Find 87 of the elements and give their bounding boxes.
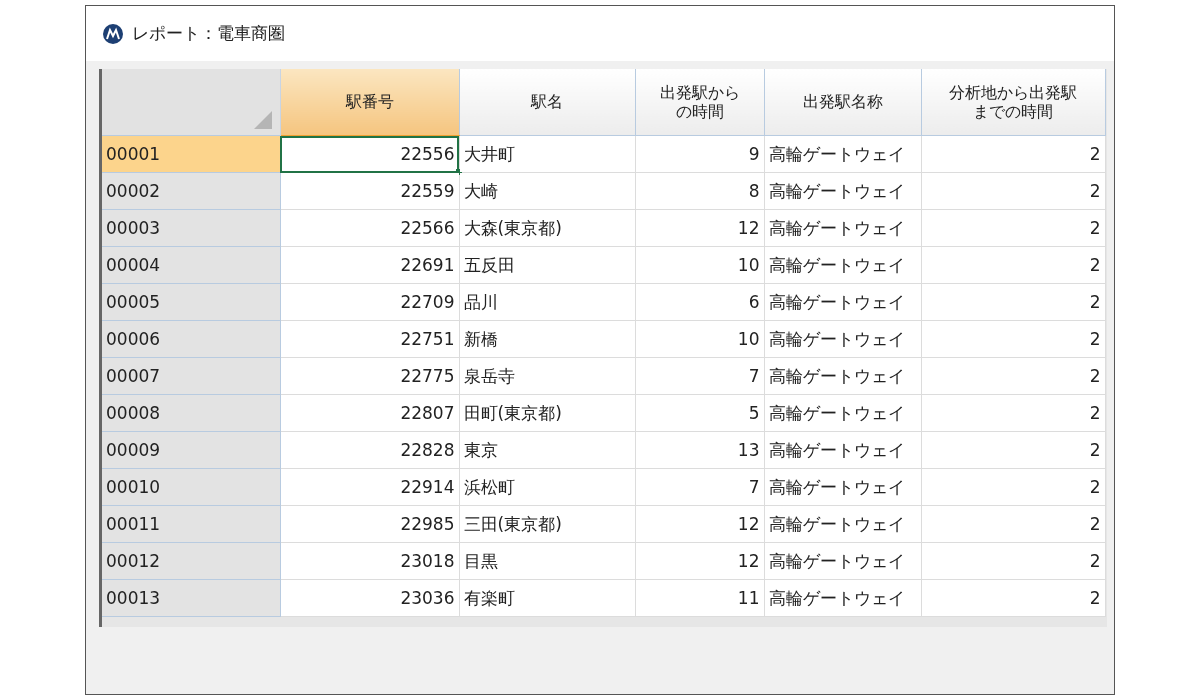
column-header[interactable]: 分析地から出発駅 までの時間 [921,69,1105,136]
row-header[interactable]: 00008 [102,394,280,432]
table-cell: 2 [921,468,1105,506]
table-cell: 2 [921,320,1105,358]
table-cell: 有楽町 [459,579,635,617]
table-cell: 大森(東京都) [459,209,635,247]
table-cell: 2 [921,431,1105,469]
table-cell: 高輪ゲートウェイ [764,431,921,469]
table-cell: 22914 [280,468,459,506]
table-cell: 浜松町 [459,468,635,506]
table-cell: 22566 [280,209,459,247]
table-cell: 2 [921,394,1105,432]
table-cell: 高輪ゲートウェイ [764,209,921,247]
table-cell: 高輪ゲートウェイ [764,394,921,432]
column-header[interactable]: 出発駅から の時間 [635,69,764,136]
table-cell: 12 [635,505,764,543]
table-cell: 10 [635,246,764,284]
table-cell: 7 [635,468,764,506]
table-cell: 大崎 [459,172,635,210]
table-cell: 5 [635,394,764,432]
table-cell: 9 [635,135,764,173]
table-cell: 2 [921,542,1105,580]
table-cell: 新橋 [459,320,635,358]
column-header[interactable]: 駅番号 [280,69,459,136]
table-cell: 東京 [459,431,635,469]
table-cell: 6 [635,283,764,321]
row-header[interactable]: 00011 [102,505,280,543]
table-cell: 2 [921,505,1105,543]
row-header[interactable]: 00007 [102,357,280,395]
table-cell: 高輪ゲートウェイ [764,505,921,543]
table-cell: 10 [635,320,764,358]
table-cell: 田町(東京都) [459,394,635,432]
table-cell: 23018 [280,542,459,580]
table-cell: 泉岳寺 [459,357,635,395]
table-cell: 13 [635,431,764,469]
sort-corner-icon [253,111,272,129]
table-cell: 2 [921,283,1105,321]
table-cell: 2 [921,579,1105,617]
table-cell: 高輪ゲートウェイ [764,135,921,173]
table-cell: 23036 [280,579,459,617]
table-cell: 11 [635,579,764,617]
table-cell: 12 [635,542,764,580]
table-cell: 品川 [459,283,635,321]
table-cell: 三田(東京都) [459,505,635,543]
window-title: レポート：電車商圏 [132,22,285,45]
table-cell: 高輪ゲートウェイ [764,542,921,580]
table-cell: 7 [635,357,764,395]
app-logo-icon [102,22,124,45]
table-cell: 22807 [280,394,459,432]
row-header[interactable]: 00006 [102,320,280,358]
table-cell: 2 [921,246,1105,284]
row-header[interactable]: 00004 [102,246,280,284]
table-cell: 8 [635,172,764,210]
table-cell: 高輪ゲートウェイ [764,579,921,617]
table-cell: 22985 [280,505,459,543]
table-cell: 高輪ゲートウェイ [764,357,921,395]
row-header[interactable]: 00010 [102,468,280,506]
column-header[interactable]: 出発駅名称 [764,69,921,136]
table-cell: 22828 [280,431,459,469]
table-cell: 五反田 [459,246,635,284]
row-header[interactable]: 00009 [102,431,280,469]
table-cell: 22751 [280,320,459,358]
table-cell: 大井町 [459,135,635,173]
table-cell: 22709 [280,283,459,321]
table-cell: 2 [921,357,1105,395]
row-header[interactable]: 00013 [102,579,280,617]
table-cell: 22775 [280,357,459,395]
table-cell: 目黒 [459,542,635,580]
table-cell: 22691 [280,246,459,284]
row-header[interactable]: 00005 [102,283,280,321]
table-cell: 12 [635,209,764,247]
table-cell: 2 [921,209,1105,247]
table-cell: 高輪ゲートウェイ [764,172,921,210]
table-cell: 高輪ゲートウェイ [764,468,921,506]
table-cell: 高輪ゲートウェイ [764,246,921,284]
row-header[interactable]: 00003 [102,209,280,247]
table-cell: 2 [921,172,1105,210]
select-all-corner[interactable] [102,69,280,136]
table-cell: 高輪ゲートウェイ [764,320,921,358]
row-header[interactable]: 00012 [102,542,280,580]
table-cell: 22559 [280,172,459,210]
row-header[interactable]: 00001 [102,135,280,173]
table-cell: 22556 [280,135,459,173]
table-cell: 高輪ゲートウェイ [764,283,921,321]
table-cell: 2 [921,135,1105,173]
column-header[interactable]: 駅名 [459,69,635,136]
row-header[interactable]: 00002 [102,172,280,210]
